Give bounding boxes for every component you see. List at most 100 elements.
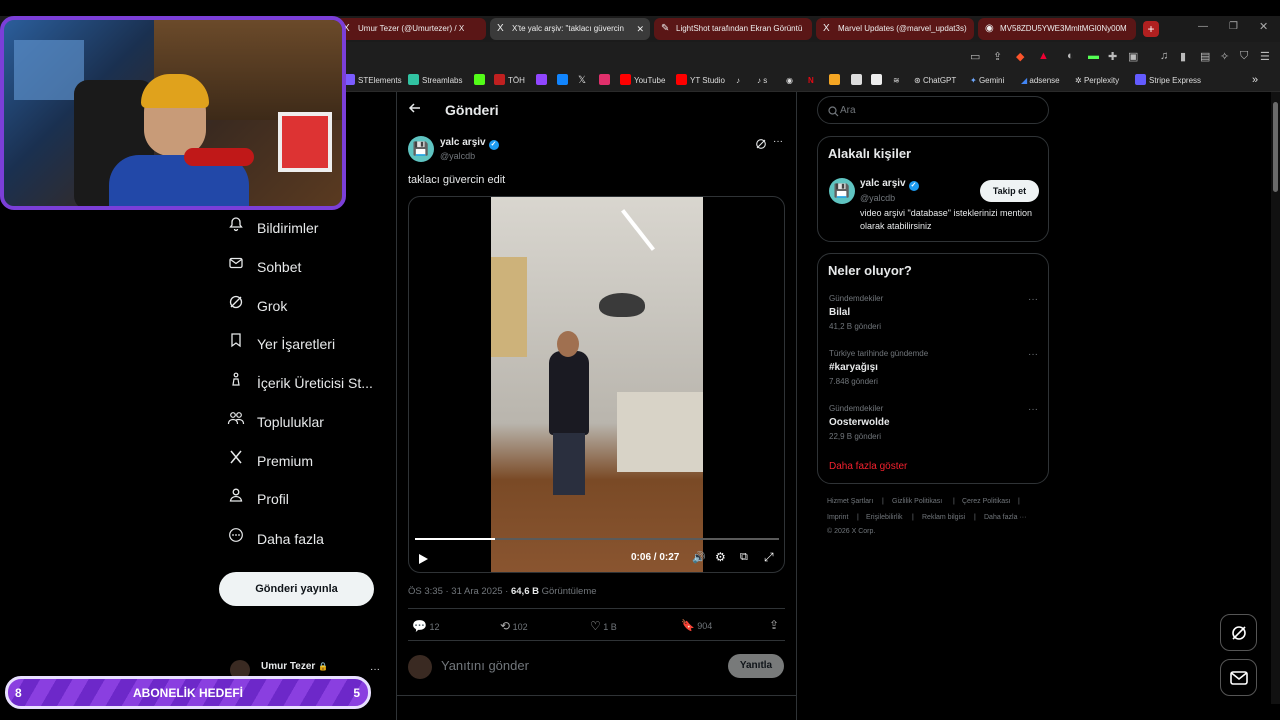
trend-name[interactable]: #karyağışı bbox=[829, 362, 878, 373]
show-more-link[interactable]: Daha fazla göster bbox=[829, 461, 907, 472]
follow-button[interactable]: Takip et bbox=[980, 180, 1039, 202]
post-timestamp[interactable]: ÖS 3:35 · 31 Ara 2025 · bbox=[408, 586, 511, 597]
bookmark-item[interactable]: ✦ Gemini bbox=[970, 74, 1004, 88]
brave-shield-icon[interactable]: ◆ bbox=[1016, 50, 1024, 63]
share-icon[interactable]: ⇪ bbox=[993, 50, 1002, 63]
close-tab-icon[interactable]: ✕ bbox=[636, 18, 644, 40]
like-action[interactable]: ♡ 1 B bbox=[590, 619, 617, 633]
bookmark-item[interactable]: ◢ adsense bbox=[1021, 74, 1060, 88]
author-name[interactable]: yalc arşiv ✓ bbox=[440, 137, 499, 150]
bookmark-item[interactable]: ◉ bbox=[786, 74, 793, 88]
minimize-icon[interactable]: — bbox=[1198, 21, 1208, 32]
messages-float-button[interactable] bbox=[1220, 659, 1257, 696]
reply-avatar bbox=[408, 655, 432, 679]
video-time: 0:06 / 0:27 bbox=[631, 552, 680, 563]
extension-icon[interactable]: ▬ bbox=[1088, 50, 1099, 62]
trend-more-icon[interactable]: ··· bbox=[1028, 349, 1038, 360]
back-arrow-icon[interactable] bbox=[408, 101, 422, 120]
browser-tab[interactable]: ✎ LightShot tarafından Ekran Görüntü bbox=[654, 18, 812, 40]
browser-tab-active[interactable]: X X'te yalc arşiv: "taklacı güvercin ✕ bbox=[490, 18, 650, 40]
bookmark-item[interactable] bbox=[851, 74, 865, 88]
reply-button[interactable]: Yanıtla bbox=[728, 654, 784, 678]
related-handle[interactable]: @yalcdb bbox=[860, 193, 895, 203]
post-more-icon[interactable]: ··· bbox=[773, 136, 783, 147]
author-avatar[interactable]: 💾 bbox=[408, 136, 434, 162]
bookmarks-more-icon[interactable]: » bbox=[1252, 73, 1258, 87]
video-progress-track[interactable] bbox=[415, 538, 779, 540]
vpn-icon[interactable]: ⛉ bbox=[1240, 50, 1248, 63]
music-icon[interactable]: ♫ bbox=[1160, 50, 1168, 62]
account-more-icon[interactable]: ··· bbox=[370, 664, 380, 675]
share-icon[interactable]: ⇪ bbox=[769, 618, 779, 632]
bookmark-item[interactable]: TÖH bbox=[494, 74, 525, 88]
bookmark-item[interactable] bbox=[536, 74, 550, 88]
grok-float-button[interactable] bbox=[1220, 614, 1257, 651]
repost-action[interactable]: ⟲ 102 bbox=[500, 619, 528, 633]
author-handle[interactable]: @yalcdb bbox=[440, 151, 475, 161]
bookmark-item[interactable]: YouTube bbox=[620, 74, 665, 88]
bookmark-item[interactable]: Streamlabs bbox=[408, 74, 462, 88]
bookmark-item[interactable]: STElements bbox=[344, 74, 402, 88]
bookmark-action[interactable]: 🔖 904 bbox=[681, 619, 712, 632]
trend-name[interactable]: Oosterwolde bbox=[829, 417, 890, 428]
browser-tab[interactable]: X Marvel Updates (@marvel_updat3s) bbox=[816, 18, 974, 40]
bookmark-item[interactable]: 𝕏 bbox=[578, 74, 586, 88]
footer-link[interactable]: Hizmet Şartları bbox=[827, 498, 873, 505]
extension-icon[interactable]: ✚ bbox=[1108, 50, 1117, 63]
bookmark-item[interactable] bbox=[599, 74, 613, 88]
bookmark-item[interactable]: Stripe Express bbox=[1135, 74, 1201, 88]
video-player[interactable]: 0:06 / 0:27 🔊 ⚙ ⧉ ⤢ bbox=[408, 196, 785, 573]
footer-copyright: © 2026 X Corp. bbox=[827, 528, 876, 535]
rewards-icon[interactable]: ▲ bbox=[1038, 50, 1049, 62]
reply-icon: 💬 bbox=[412, 619, 427, 633]
settings-gear-icon[interactable]: ⚙ bbox=[715, 550, 726, 564]
menu-icon[interactable]: ☰ bbox=[1260, 50, 1270, 63]
footer-link[interactable]: Erişilebilirlik bbox=[866, 514, 903, 521]
close-window-icon[interactable]: ✕ bbox=[1259, 20, 1268, 33]
trend-name[interactable]: Bilal bbox=[829, 307, 850, 318]
bookmark-item[interactable] bbox=[474, 74, 488, 88]
bookmark-item[interactable] bbox=[871, 74, 885, 88]
bookmark-item[interactable] bbox=[557, 74, 571, 88]
related-avatar[interactable]: 💾 bbox=[829, 178, 855, 204]
reply-action[interactable]: 💬 12 bbox=[412, 619, 439, 633]
footer-link[interactable]: Daha fazla ··· bbox=[984, 514, 1026, 521]
footer-link[interactable]: Çerez Politikası bbox=[962, 498, 1011, 505]
yt-studio-icon bbox=[676, 74, 687, 85]
footer-link[interactable]: Reklam bilgisi bbox=[922, 514, 965, 521]
volume-icon[interactable]: 🔊 bbox=[692, 551, 706, 564]
bookmark-item[interactable]: ⊛ ChatGPT bbox=[914, 74, 956, 88]
pip-icon[interactable]: ⧉ bbox=[740, 551, 748, 564]
x-logo-icon bbox=[226, 449, 246, 473]
extension-icon[interactable]: ▣ bbox=[1128, 50, 1138, 63]
reply-input[interactable]: Yanıtını gönder bbox=[441, 658, 711, 673]
bookmark-item[interactable] bbox=[829, 74, 843, 88]
bookmark-item[interactable]: ♪ s bbox=[757, 74, 767, 88]
footer-link[interactable]: Gizlilik Politikası bbox=[892, 498, 942, 505]
new-tab-button[interactable]: + bbox=[1143, 21, 1159, 37]
search-box[interactable]: Ara bbox=[817, 96, 1049, 124]
bookmark-item[interactable]: ♪ bbox=[736, 74, 740, 88]
browser-tab[interactable]: ◉ MV58ZDU5YWE3MmltMGI0Ny00M bbox=[978, 18, 1136, 40]
trend-more-icon[interactable]: ··· bbox=[1028, 294, 1038, 305]
extension-icon[interactable]: ◐ bbox=[1067, 50, 1074, 62]
bookmark-item[interactable]: YT Studio bbox=[676, 74, 725, 88]
scrollbar-thumb[interactable] bbox=[1273, 102, 1278, 192]
footer-link[interactable]: Imprint bbox=[827, 514, 848, 521]
bookmark-item[interactable]: ✲ Perplexity bbox=[1075, 74, 1119, 88]
extension-icon[interactable]: ✧ bbox=[1220, 50, 1229, 63]
post-button[interactable]: Gönderi yayınla bbox=[219, 572, 374, 606]
related-name[interactable]: yalc arşiv ✓ bbox=[860, 178, 919, 191]
sidebar-icon[interactable]: ▮ bbox=[1180, 50, 1186, 63]
play-icon[interactable] bbox=[417, 552, 429, 570]
trend-more-icon[interactable]: ··· bbox=[1028, 404, 1038, 415]
install-icon[interactable]: ▭ bbox=[970, 50, 980, 63]
wallet-icon[interactable]: ▤ bbox=[1200, 50, 1210, 63]
bookmark-item[interactable]: N bbox=[808, 74, 814, 88]
browser-tab[interactable]: X Umur Tezer (@Umurtezer) / X bbox=[336, 18, 486, 40]
page-scrollbar[interactable] bbox=[1271, 92, 1280, 704]
grok-explain-icon[interactable] bbox=[755, 137, 767, 155]
maximize-icon[interactable]: ❐ bbox=[1229, 21, 1238, 32]
bookmark-item[interactable]: ≋ bbox=[893, 74, 900, 88]
fullscreen-icon[interactable]: ⤢ bbox=[764, 550, 774, 565]
